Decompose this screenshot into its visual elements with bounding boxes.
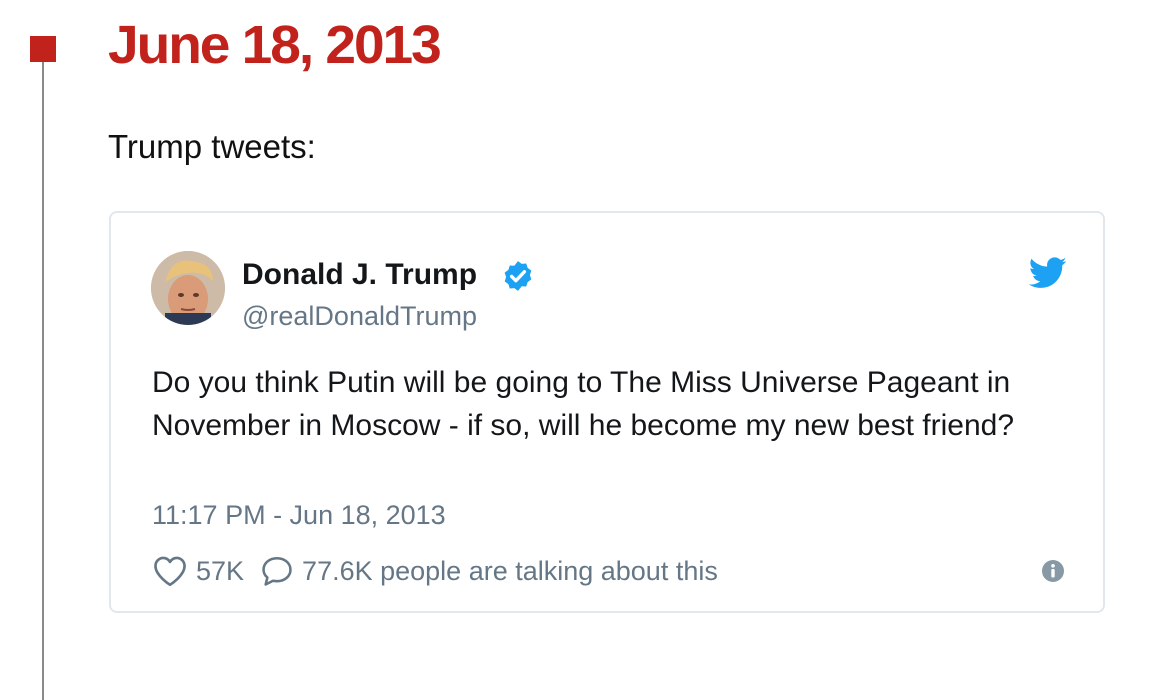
tweet-text: Do you think Putin will be going to The … (152, 366, 1015, 442)
timeline-line (42, 60, 44, 700)
verified-icon (504, 261, 532, 291)
avatar[interactable] (151, 251, 225, 325)
tweet-timestamp[interactable]: 11:17 PM - Jun 18, 2013 (152, 498, 446, 532)
twitter-bird-icon[interactable] (1029, 257, 1067, 289)
embedded-tweet-card[interactable]: Donald J. Trump @realDonaldTrump Do you … (109, 211, 1105, 613)
talking-count[interactable]: 77.6K people are talking about this (302, 556, 718, 587)
comment-icon[interactable] (260, 555, 294, 587)
timeline-marker (30, 36, 56, 62)
like-count[interactable]: 57K (196, 556, 244, 587)
info-icon[interactable] (1041, 559, 1065, 583)
author-handle[interactable]: @realDonaldTrump (242, 299, 477, 333)
date-heading: June 18, 2013 (108, 15, 442, 75)
heart-icon[interactable] (152, 555, 188, 587)
intro-text: Trump tweets: (108, 128, 316, 165)
tweet-action-bar: 57K 77.6K people are talking about this (152, 553, 718, 589)
author-name[interactable]: Donald J. Trump (242, 257, 477, 293)
